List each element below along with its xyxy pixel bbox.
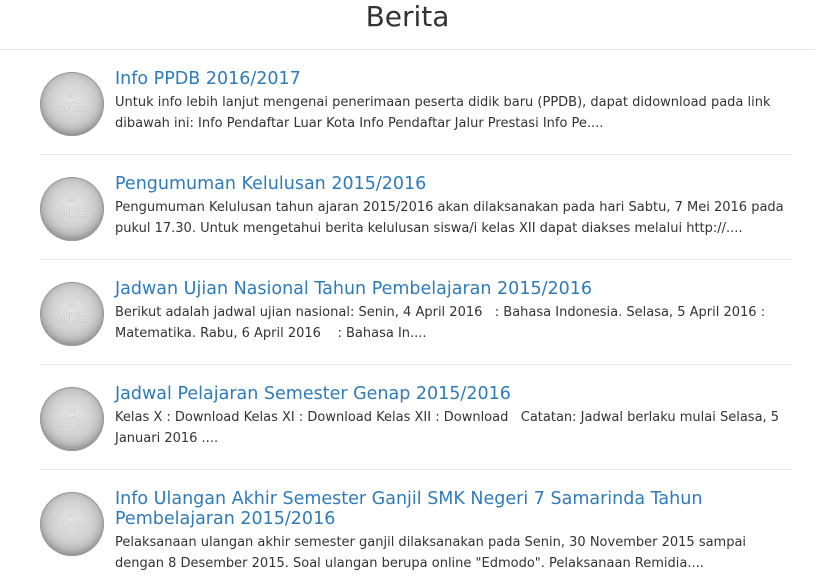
no-image-thumbnail[interactable]: NO IMAGE AVAILABLE [40,387,104,451]
page-header: Berita [0,0,815,50]
no-image-thumbnail[interactable]: NO IMAGE AVAILABLE [40,282,104,346]
no-image-thumbnail[interactable]: NO IMAGE AVAILABLE [40,72,104,136]
news-list: NO IMAGE AVAILABLE Info PPDB 2016/2017 U… [40,50,792,588]
news-excerpt: Berikut adalah jadwal ujian nasional: Se… [115,305,770,341]
news-title-link[interactable]: Jadwan Ujian Nasional Tahun Pembelajaran… [115,279,792,299]
news-item: NO IMAGE AVAILABLE Pengumuman Kelulusan … [40,155,792,260]
no-image-text: AVAILABLE [57,422,87,429]
page-title: Berita [365,0,450,33]
no-image-text: AVAILABLE [57,107,87,114]
news-excerpt: Pelaksanaan ulangan akhir semester ganji… [115,535,751,571]
news-title-link[interactable]: Info PPDB 2016/2017 [115,69,792,89]
news-item: NO IMAGE AVAILABLE Jadwal Pelajaran Seme… [40,365,792,470]
news-content: Info PPDB 2016/2017 Untuk info lebih lan… [115,69,792,134]
news-excerpt: Pengumuman Kelulusan tahun ajaran 2015/2… [115,200,788,236]
news-item: NO IMAGE AVAILABLE Info Ulangan Akhir Se… [40,470,792,588]
no-image-text: AVAILABLE [57,317,87,324]
news-content: Jadwan Ujian Nasional Tahun Pembelajaran… [115,279,792,344]
news-content: Jadwal Pelajaran Semester Genap 2015/201… [115,384,792,449]
no-image-thumbnail[interactable]: NO IMAGE AVAILABLE [40,492,104,556]
no-image-thumbnail[interactable]: NO IMAGE AVAILABLE [40,177,104,241]
news-title-link[interactable]: Info Ulangan Akhir Semester Ganjil SMK N… [115,489,792,529]
no-image-text: AVAILABLE [57,527,87,534]
news-title-link[interactable]: Pengumuman Kelulusan 2015/2016 [115,174,792,194]
news-excerpt: Untuk info lebih lanjut mengenai penerim… [115,95,775,131]
news-item: NO IMAGE AVAILABLE Info PPDB 2016/2017 U… [40,50,792,155]
news-excerpt: Kelas X : Download Kelas XI : Download K… [115,410,784,446]
news-item: NO IMAGE AVAILABLE Jadwan Ujian Nasional… [40,260,792,365]
no-image-text: AVAILABLE [57,212,87,219]
news-content: Pengumuman Kelulusan 2015/2016 Pengumuma… [115,174,792,239]
page: Berita NO IMAGE AVAILABLE Info PPDB 2016… [0,0,815,588]
news-content: Info Ulangan Akhir Semester Ganjil SMK N… [115,489,792,574]
news-title-link[interactable]: Jadwal Pelajaran Semester Genap 2015/201… [115,384,792,404]
